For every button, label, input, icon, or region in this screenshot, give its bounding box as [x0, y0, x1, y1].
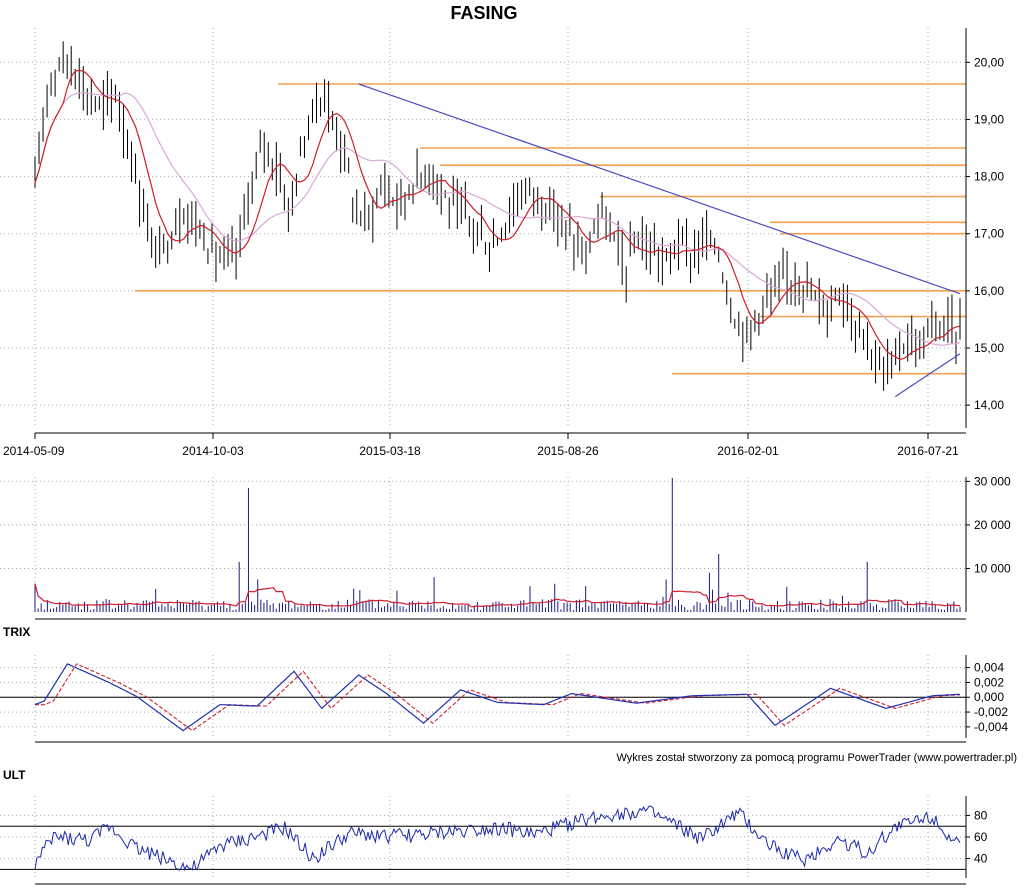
x-tick-label: 2016-07-21: [897, 444, 959, 458]
chart-title: FASING: [450, 3, 517, 23]
x-tick-label: 2015-03-18: [359, 444, 421, 458]
y-tick-label: 40: [974, 852, 988, 866]
volume-panel: 10 000 20 000 30 000: [0, 474, 1011, 620]
ult-line: [34, 805, 961, 872]
x-tick-label: 2015-08-26: [537, 444, 599, 458]
y-tick-label: 60: [974, 830, 988, 844]
y-tick-label: 15,00: [974, 341, 1004, 355]
ult-panel: 40 60 80: [0, 796, 988, 885]
y-tick-label: 19,00: [974, 112, 1004, 126]
y-tick-label: 80: [974, 808, 988, 822]
ult-panel-title: ULT: [3, 768, 26, 782]
y-tick-label: 16,00: [974, 284, 1004, 298]
trend-line: [358, 83, 961, 295]
trix-panel-title: TRIX: [3, 625, 30, 639]
y-tick-label: 17,00: [974, 227, 1004, 241]
y-tick-label: 0,004: [974, 661, 1004, 675]
y-tick-label: 10 000: [974, 561, 1011, 575]
volume-average-line: [34, 583, 960, 608]
y-tick-label: 30 000: [974, 474, 1011, 488]
trix-panel: 0,0040,0020,000-0,002-0,004: [0, 655, 1008, 743]
x-tick-label: 2016-02-01: [717, 444, 779, 458]
y-tick-label: 20,00: [974, 55, 1004, 69]
y-tick-label: -0,004: [974, 720, 1008, 734]
y-tick-label: -0,002: [974, 705, 1008, 719]
credit-text: Wykres został stworzony za pomocą progra…: [616, 752, 1017, 764]
stock-chart: FASING 14,00 15,00 16,00 17,00 18,00 19,00 20,…: [0, 3, 1017, 885]
y-tick-label: 0,000: [974, 690, 1004, 704]
y-tick-label: 20 000: [974, 518, 1011, 532]
x-tick-label: 2014-10-03: [182, 444, 244, 458]
y-tick-label: 14,00: [974, 398, 1004, 412]
y-tick-label: 18,00: [974, 170, 1004, 184]
long-moving-average-line: [34, 91, 961, 346]
x-tick-label: 2014-05-09: [3, 444, 65, 458]
y-tick-label: 0,002: [974, 675, 1004, 689]
price-panel: 14,00 15,00 16,00 17,00 18,00 19,00 20,00 2014-…: [0, 28, 1004, 458]
